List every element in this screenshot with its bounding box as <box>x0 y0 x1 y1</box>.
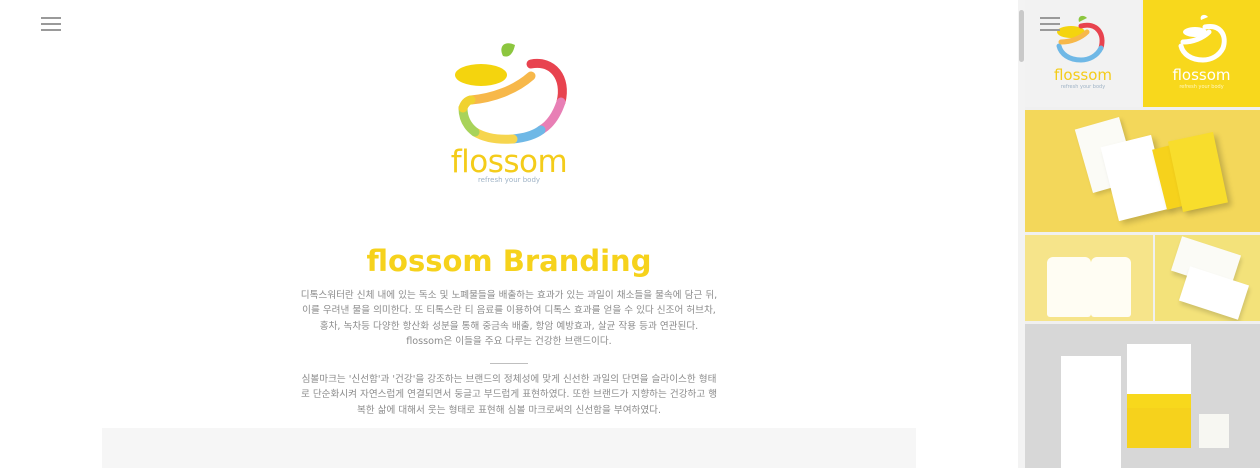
gallery-logo-yellow[interactable]: flossom refresh your body <box>1143 0 1260 107</box>
flossom-symbol-icon <box>455 43 567 144</box>
logo-wordmark: flossom <box>450 144 568 180</box>
mockup-envelope-2 <box>1127 408 1191 448</box>
gallery-packaging-mockup[interactable] <box>1025 235 1153 321</box>
scrollbar[interactable] <box>1018 0 1025 468</box>
flossom-logo: flossom refresh your body <box>443 42 575 202</box>
gallery-brand-set[interactable] <box>1025 324 1260 468</box>
gallery-logo-tagline-white: refresh your body <box>1179 84 1224 90</box>
scrollbar-thumb[interactable] <box>1019 10 1024 62</box>
description-text: 디톡스워터란 신체 내에 있는 독소 및 노폐물들을 배출하는 효과가 있는 과… <box>300 290 718 347</box>
mockup-letter <box>1061 356 1121 468</box>
section-divider <box>490 363 528 364</box>
mockup-pouch-1 <box>1047 257 1091 317</box>
gallery-stationery-mockup[interactable] <box>1025 110 1260 232</box>
logo-tagline: refresh your body <box>477 176 541 184</box>
gallery-business-cards[interactable] <box>1155 235 1260 321</box>
gallery-logo-wordmark: flossom <box>1053 66 1113 84</box>
mockup-card-2 <box>1178 266 1250 320</box>
side-menu-icon[interactable] <box>1040 17 1060 33</box>
flossom-symbol-white-icon <box>1178 14 1227 63</box>
page-title: flossom Branding <box>366 244 652 278</box>
mockup-pouch-2 <box>1091 257 1131 317</box>
gallery-panel: flossom refresh your body flossom refres… <box>1025 0 1260 468</box>
content-box <box>102 428 916 468</box>
main-content: flossom refresh your body flossom Brandi… <box>0 0 1018 468</box>
menu-icon[interactable] <box>41 17 61 33</box>
mockup-mini-cards <box>1199 414 1229 448</box>
symbol-description-text: 심볼마크는 '신선함'과 '건강'을 강조하는 브랜드의 정체성에 맞게 신선한… <box>300 374 718 416</box>
gallery-logo-tagline: refresh your body <box>1060 84 1106 90</box>
gallery-logo-wordmark-white: flossom <box>1172 66 1231 84</box>
